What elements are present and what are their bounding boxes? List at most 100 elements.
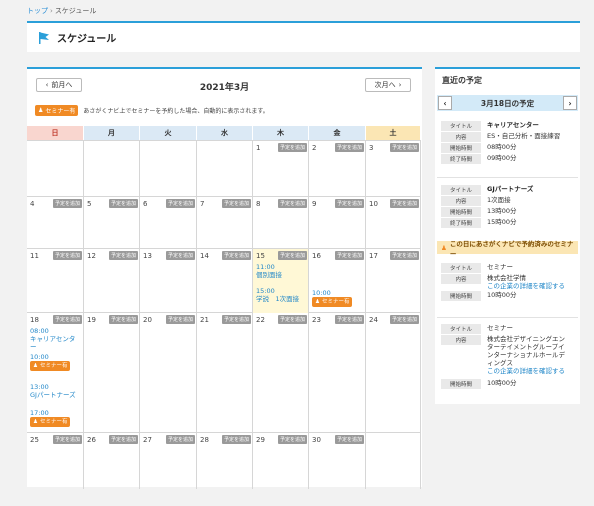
calendar-event[interactable]: 15:00 学説 1次面接	[256, 287, 306, 303]
calendar-day-30[interactable]: 30 予定を追加	[309, 433, 366, 489]
add-schedule-button[interactable]: 予定を追加	[52, 435, 82, 444]
calendar-day-9[interactable]: 9 予定を追加	[309, 197, 366, 249]
calendar-day-16[interactable]: 16 予定を追加 10:00 ♟ セミナー有	[309, 249, 366, 313]
calendar-event[interactable]: 08:00 キャリアセンター	[30, 327, 81, 351]
add-schedule-button[interactable]: 予定を追加	[108, 315, 138, 324]
add-schedule-button[interactable]: 予定を追加	[277, 199, 307, 208]
calendar-event[interactable]: 17:00 ♟ セミナー有	[30, 409, 81, 427]
add-schedule-button[interactable]: 予定を追加	[334, 315, 364, 324]
calendar-day-27[interactable]: 27 予定を追加	[140, 433, 197, 489]
add-schedule-button[interactable]: 予定を追加	[52, 315, 82, 324]
add-schedule-button[interactable]: 予定を追加	[334, 199, 364, 208]
calendar-day-15[interactable]: 15 予定を追加 11:00 個別面接 15:00 学説 1次面接	[253, 249, 309, 313]
chevron-left-icon[interactable]: ‹	[438, 96, 452, 110]
upcoming-date-bar: ‹ 3月18日の予定 ›	[437, 95, 578, 111]
calendar-day-22[interactable]: 22 予定を追加	[253, 313, 309, 433]
calendar-week: 25 予定を追加 26 予定を追加 27 予定を追加 28 予定を追加 29 予定を追加 30 予定を…	[27, 432, 421, 489]
day-number: 21	[200, 316, 209, 324]
calendar-day-25[interactable]: 25 予定を追加	[27, 433, 84, 489]
event-title: キャリアセンター	[30, 335, 76, 351]
add-schedule-button[interactable]: 予定を追加	[389, 199, 419, 208]
schedule-item[interactable]: タイトル GJパートナーズ 内容 1次面接 開始時間 13時00分 終了時間 15時00…	[441, 185, 575, 229]
add-schedule-button[interactable]: 予定を追加	[389, 143, 419, 152]
calendar-day-23[interactable]: 23 予定を追加	[309, 313, 366, 433]
calendar-day-13[interactable]: 13 予定を追加	[140, 249, 197, 313]
calendar-day-19[interactable]: 19 予定を追加	[84, 313, 140, 433]
calendar-day-8[interactable]: 8 予定を追加	[253, 197, 309, 249]
add-schedule-button[interactable]: 予定を追加	[165, 315, 195, 324]
calendar-day-12[interactable]: 12 予定を追加	[84, 249, 140, 313]
chevron-right-icon[interactable]: ›	[563, 96, 577, 110]
calendar-day-24[interactable]: 24 予定を追加	[366, 313, 421, 433]
add-schedule-button[interactable]: 予定を追加	[277, 143, 307, 152]
calendar-week: 11 予定を追加 12 予定を追加 13 予定を追加 14 予定を追加 15 予定を追加 11:00…	[27, 248, 421, 313]
calendar-week: 18 予定を追加 08:00 キャリアセンター 10:00 ♟ セミナー有 13:00 GJパー…	[27, 312, 421, 433]
calendar-day-11[interactable]: 11 予定を追加	[27, 249, 84, 313]
add-schedule-button[interactable]: 予定を追加	[334, 143, 364, 152]
day-number: 8	[256, 200, 261, 208]
day-number: 27	[143, 436, 152, 444]
add-schedule-button[interactable]: 予定を追加	[277, 435, 307, 444]
calendar-day-6[interactable]: 6 予定を追加	[140, 197, 197, 249]
seminar-item[interactable]: タイトル セミナー 内容 株式会社デザイニングエンターテイメントグループインターナシ…	[441, 324, 575, 390]
calendar-day-1[interactable]: 1 予定を追加	[253, 141, 309, 197]
next-month-button[interactable]: 次月へ ›	[365, 78, 411, 92]
seminar-content: 株式会社デザイニングエンターテイメントグループインターナショナルホールディングス…	[487, 335, 571, 375]
add-schedule-button[interactable]: 予定を追加	[389, 251, 419, 260]
add-schedule-button[interactable]: 予定を追加	[221, 435, 251, 444]
calendar-day-29[interactable]: 29 予定を追加	[253, 433, 309, 489]
add-schedule-button[interactable]: 予定を追加	[165, 435, 195, 444]
page-title: スケジュール	[57, 34, 117, 45]
day-number: 23	[312, 316, 321, 324]
weekday-thu: 木	[253, 126, 309, 140]
calendar-day-17[interactable]: 17 予定を追加	[366, 249, 421, 313]
calendar-day-21[interactable]: 21 予定を追加	[197, 313, 253, 433]
calendar-day-28[interactable]: 28 予定を追加	[197, 433, 253, 489]
label-end: 終了時間	[441, 218, 481, 228]
calendar-event[interactable]: 13:00 GJパートナーズ	[30, 383, 81, 399]
calendar-day-14[interactable]: 14 予定を追加	[197, 249, 253, 313]
day-number: 18	[30, 316, 39, 324]
calendar-day-4[interactable]: 4 予定を追加	[27, 197, 84, 249]
calendar-event[interactable]: 11:00 個別面接	[256, 263, 306, 279]
calendar-day-7[interactable]: 7 予定を追加	[197, 197, 253, 249]
company-detail-link[interactable]: この企業の詳細を確認する	[487, 367, 571, 375]
add-schedule-button[interactable]: 予定を追加	[389, 315, 419, 324]
breadcrumb-home-link[interactable]: トップ	[27, 7, 48, 15]
calendar-day-3[interactable]: 3 予定を追加	[366, 141, 421, 197]
calendar-day-10[interactable]: 10 予定を追加	[366, 197, 421, 249]
add-schedule-button[interactable]: 予定を追加	[52, 251, 82, 260]
day-number: 7	[200, 200, 205, 208]
add-schedule-button[interactable]: 予定を追加	[108, 435, 138, 444]
calendar-event[interactable]: 10:00 ♟ セミナー有	[30, 353, 81, 371]
calendar-day-18[interactable]: 18 予定を追加 08:00 キャリアセンター 10:00 ♟ セミナー有 13:00 GJパー…	[27, 313, 84, 433]
add-schedule-button[interactable]: 予定を追加	[108, 251, 138, 260]
day-number: 20	[143, 316, 152, 324]
add-schedule-button[interactable]: 予定を追加	[108, 199, 138, 208]
calendar-day-empty	[140, 141, 197, 197]
calendar-day-26[interactable]: 26 予定を追加	[84, 433, 140, 489]
add-schedule-button[interactable]: 予定を追加	[165, 251, 195, 260]
seminar-badge-label: セミナー有	[39, 363, 68, 369]
schedule-item[interactable]: タイトル キャリアセンター 内容 ES・自己分析・面接練習 開始時間 08時00分 終…	[441, 121, 575, 165]
add-schedule-button[interactable]: 予定を追加	[277, 315, 307, 324]
schedule-start: 13時00分	[487, 207, 517, 215]
seminar-item[interactable]: タイトル セミナー 内容 株式会社学情 この企業の詳細を確認する 開始時間 10時00分	[441, 263, 575, 302]
calendar-day-20[interactable]: 20 予定を追加	[140, 313, 197, 433]
company-detail-link[interactable]: この企業の詳細を確認する	[487, 282, 565, 290]
calendar-day-5[interactable]: 5 予定を追加	[84, 197, 140, 249]
day-number: 11	[30, 252, 39, 260]
add-schedule-button[interactable]: 予定を追加	[52, 199, 82, 208]
label-end: 終了時間	[441, 154, 481, 164]
add-schedule-button[interactable]: 予定を追加	[221, 199, 251, 208]
add-schedule-button[interactable]: 予定を追加	[221, 251, 251, 260]
seminar-legend-badge: ♟ セミナー有	[35, 104, 79, 116]
label-start: 開始時間	[441, 143, 481, 153]
add-schedule-button[interactable]: 予定を追加	[277, 251, 307, 260]
add-schedule-button[interactable]: 予定を追加	[221, 315, 251, 324]
calendar-event[interactable]: 10:00 ♟ セミナー有	[312, 289, 363, 307]
calendar-day-2[interactable]: 2 予定を追加	[309, 141, 366, 197]
add-schedule-button[interactable]: 予定を追加	[334, 435, 364, 444]
add-schedule-button[interactable]: 予定を追加	[165, 199, 195, 208]
add-schedule-button[interactable]: 予定を追加	[334, 251, 364, 260]
